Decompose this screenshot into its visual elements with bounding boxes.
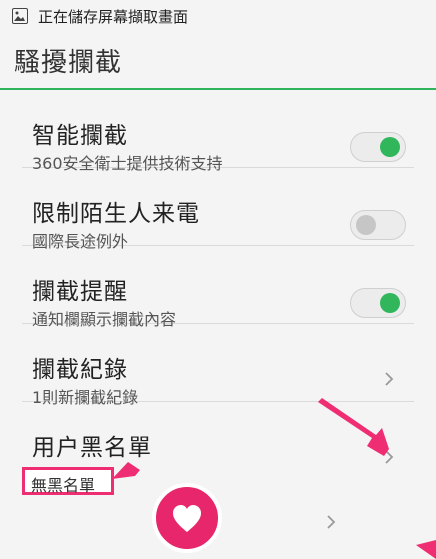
- arrow-tail-icon: [112, 462, 140, 479]
- arrow-icon: [416, 540, 436, 559]
- heart-badge-icon: [152, 483, 222, 553]
- chevron-right-icon: [327, 515, 336, 529]
- annotation-overlay: [112, 398, 436, 559]
- arrow-icon: [318, 398, 389, 456]
